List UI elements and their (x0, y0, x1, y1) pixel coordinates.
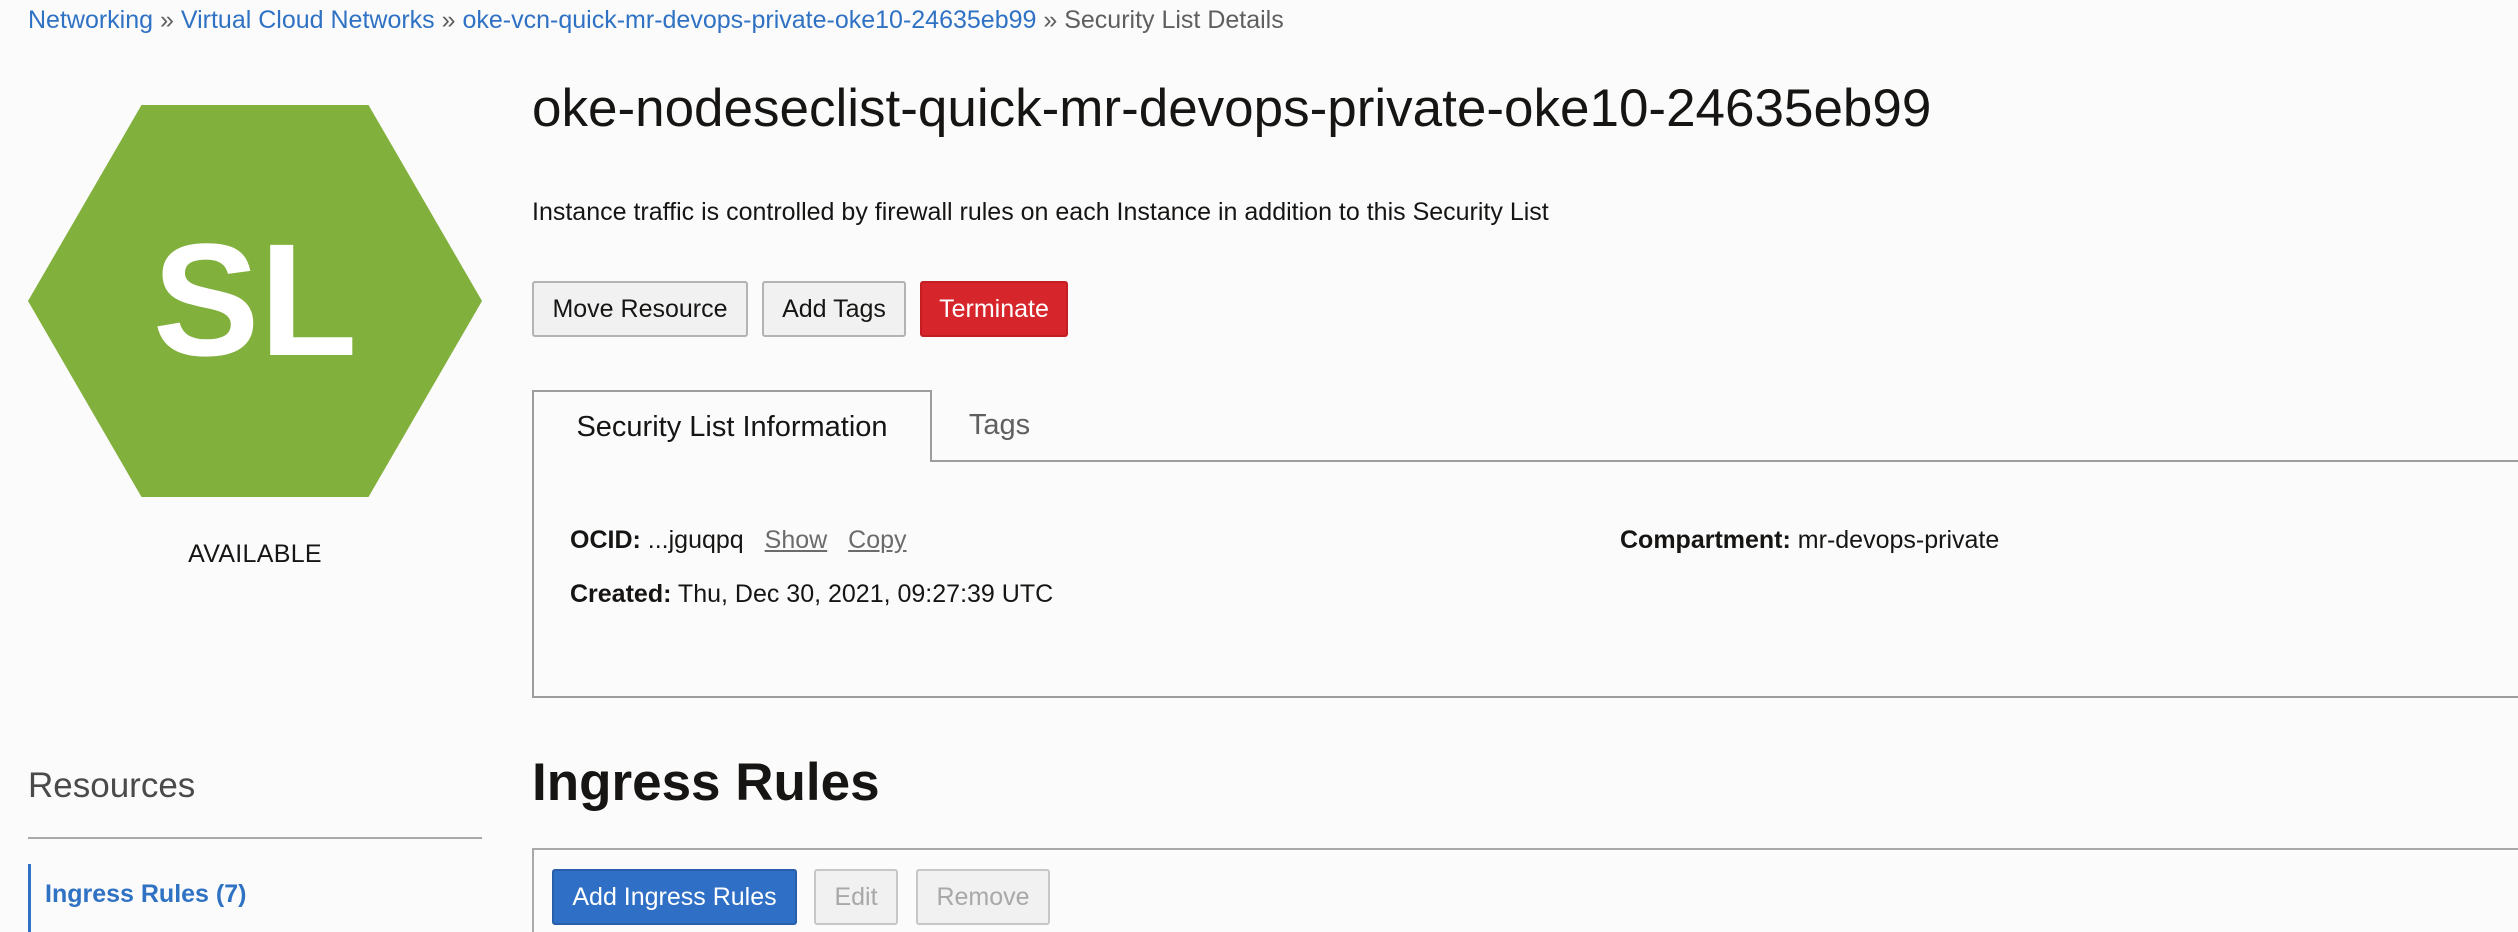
add-ingress-rules-button[interactable]: Add Ingress Rules (552, 869, 797, 925)
resources-item-ingress-rules[interactable]: Ingress Rules (7) (28, 864, 246, 932)
hexagon-svg: SL (28, 105, 482, 497)
compartment-value: mr-devops-private (1797, 526, 2000, 554)
breadcrumb-networking[interactable]: Networking (28, 6, 153, 34)
breadcrumb: Networking » Virtual Cloud Networks » ok… (28, 4, 1284, 36)
ingress-rules-heading: Ingress Rules (532, 753, 880, 812)
ocid-row: OCID: ...jguqpq Show Copy (570, 526, 907, 555)
breadcrumb-separator: » (160, 6, 174, 34)
security-list-info-panel: OCID: ...jguqpq Show Copy Created: Thu, … (532, 460, 2518, 698)
breadcrumb-separator: » (441, 6, 456, 34)
tab-security-list-information[interactable]: Security List Information (532, 390, 932, 462)
created-value: Thu, Dec 30, 2021, 09:27:39 UTC (677, 580, 1054, 608)
created-label: Created: (570, 580, 672, 608)
security-list-hexagon-icon: SL (28, 105, 482, 497)
compartment-row: Compartment: mr-devops-private (1620, 526, 1999, 555)
ocid-copy-link[interactable]: Copy (848, 526, 906, 554)
terminate-button[interactable]: Terminate (920, 281, 1068, 337)
security-list-details-page: Networking » Virtual Cloud Networks » ok… (0, 0, 2518, 932)
page-description: Instance traffic is controlled by firewa… (532, 198, 1549, 226)
breadcrumb-current: Security List Details (1064, 6, 1284, 34)
tab-tags[interactable]: Tags (932, 390, 1067, 460)
edit-button[interactable]: Edit (814, 869, 898, 925)
ocid-value: ...jguqpq (647, 526, 744, 554)
ocid-label: OCID: (570, 526, 641, 554)
compartment-label: Compartment: (1620, 526, 1791, 554)
hexagon-label: SL (153, 210, 357, 389)
move-resource-button[interactable]: Move Resource (532, 281, 748, 337)
status-label: AVAILABLE (188, 540, 322, 568)
add-tags-button[interactable]: Add Tags (762, 281, 906, 337)
remove-button[interactable]: Remove (916, 869, 1050, 925)
resources-divider (28, 837, 482, 839)
breadcrumb-virtual-cloud-networks[interactable]: Virtual Cloud Networks (181, 6, 435, 34)
ocid-show-link[interactable]: Show (765, 526, 828, 554)
page-title: oke-nodeseclist-quick-mr-devops-private-… (532, 79, 1932, 138)
breadcrumb-separator: » (1043, 6, 1058, 34)
resources-heading: Resources (28, 766, 196, 805)
breadcrumb-vcn[interactable]: oke-vcn-quick-mr-devops-private-oke10-24… (463, 6, 1037, 34)
created-row: Created: Thu, Dec 30, 2021, 09:27:39 UTC (570, 580, 1053, 609)
